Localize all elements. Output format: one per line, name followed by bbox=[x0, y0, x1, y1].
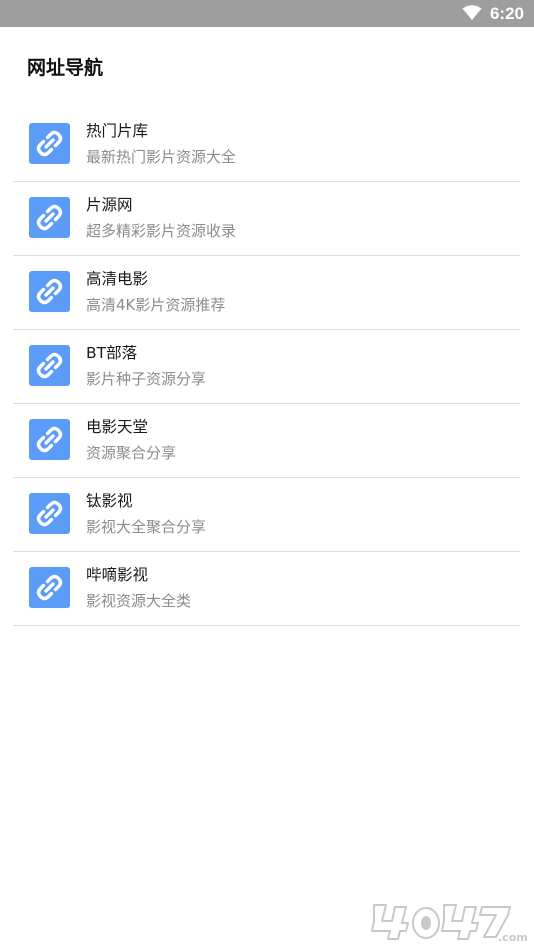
status-bar: 6:20 bbox=[0, 0, 534, 27]
list-item[interactable]: 高清电影 高清4K影片资源推荐 bbox=[13, 256, 520, 330]
item-subtitle: 影视大全聚合分享 bbox=[86, 518, 207, 536]
nav-list: 热门片库 最新热门影片资源大全 片源网 超多精彩影片资源收录 高清电影 高清4K… bbox=[13, 108, 520, 626]
item-title: 热门片库 bbox=[86, 122, 149, 140]
list-item[interactable]: 钛影视 影视大全聚合分享 bbox=[13, 478, 520, 552]
item-title: 电影天堂 bbox=[86, 418, 149, 436]
status-time: 6:20 bbox=[489, 4, 524, 23]
list-item[interactable]: 片源网 超多精彩影片资源收录 bbox=[13, 182, 520, 256]
list-item[interactable]: 哔嘀影视 影视资源大全类 bbox=[13, 552, 520, 626]
list-item[interactable]: BT部落 影片种子资源分享 bbox=[13, 330, 520, 404]
link-icon bbox=[29, 271, 70, 312]
link-icon bbox=[29, 419, 70, 460]
item-subtitle: 影视资源大全类 bbox=[86, 592, 192, 610]
item-subtitle: 最新热门影片资源大全 bbox=[86, 148, 237, 166]
list-item[interactable]: 电影天堂 资源聚合分享 bbox=[13, 404, 520, 478]
item-subtitle: 影片种子资源分享 bbox=[86, 370, 207, 388]
item-title: 高清电影 bbox=[86, 270, 149, 288]
item-subtitle: 超多精彩影片资源收录 bbox=[86, 222, 237, 240]
link-icon bbox=[29, 197, 70, 238]
item-title: 片源网 bbox=[86, 196, 133, 214]
item-title: 钛影视 bbox=[86, 492, 133, 510]
list-item[interactable]: 热门片库 最新热门影片资源大全 bbox=[13, 108, 520, 182]
item-subtitle: 高清4K影片资源推荐 bbox=[86, 296, 226, 314]
link-icon bbox=[29, 345, 70, 386]
link-icon bbox=[29, 123, 70, 164]
item-title: 哔嘀影视 bbox=[86, 566, 149, 584]
item-subtitle: 资源聚合分享 bbox=[86, 444, 177, 462]
page-title: 网址导航 bbox=[27, 57, 104, 79]
link-icon bbox=[29, 567, 70, 608]
item-title: BT部落 bbox=[86, 344, 138, 362]
watermark-logo: .com bbox=[371, 904, 528, 943]
wifi-icon bbox=[462, 5, 482, 20]
svg-text:.com: .com bbox=[498, 931, 528, 943]
link-icon bbox=[29, 493, 70, 534]
